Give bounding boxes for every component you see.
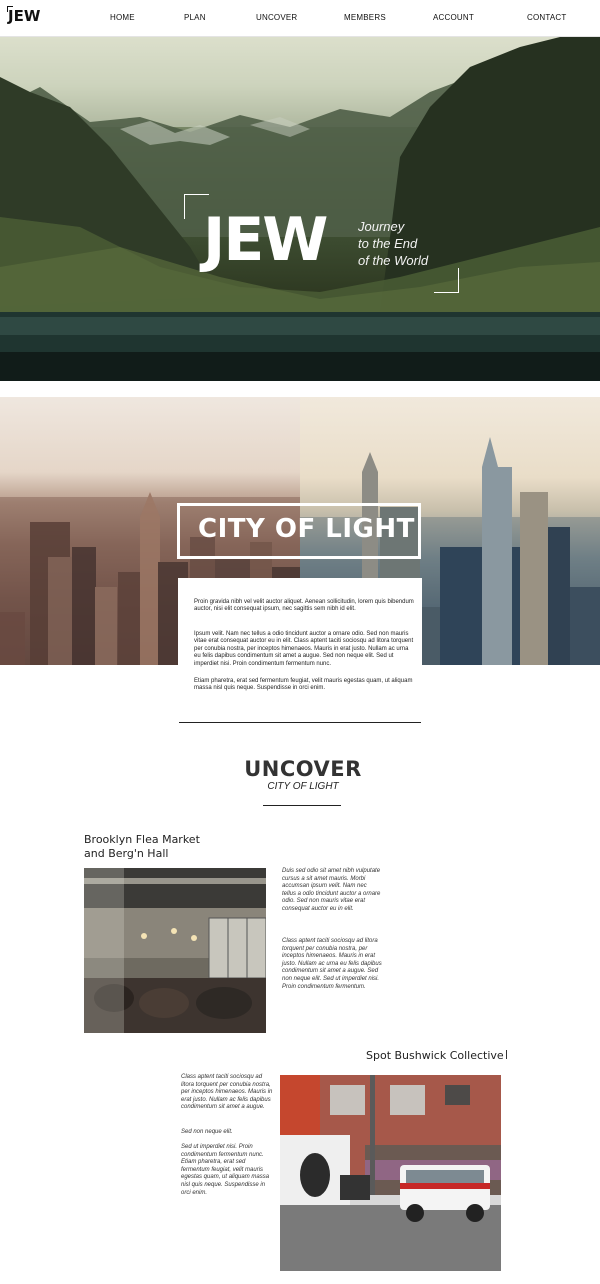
uncover-heading: UNCOVER [244,757,362,781]
nav-account[interactable]: ACCOUNT [433,13,474,22]
nav-contact[interactable]: CONTACT [527,13,566,22]
street-mural-image [280,1075,501,1271]
title-accent-mark [506,1050,507,1059]
uncover-divider [263,805,341,806]
brooklyn-market-photo[interactable] [84,868,266,1033]
place-paragraph: Class aptent taciti sociosqu ad litora t… [181,1074,273,1111]
city-intro-card: Proin gravida nibh vel velit auctor aliq… [178,578,422,706]
site-logo[interactable]: JEW [8,7,40,25]
nav-members[interactable]: MEMBERS [344,13,386,22]
hero-bracket-bottom-right [434,268,459,293]
uncover-subheading: CITY OF LIGHT [267,781,339,792]
place-paragraph: Class aptent taciti sociosqu ad litora t… [282,938,382,990]
place-title-line: Brooklyn Flea Market [84,833,200,846]
tagline-line-3: of the World [358,253,429,268]
city-paragraph-3: Etiam pharetra, erat sed fermentum feugi… [194,678,413,692]
place-title-line: Spot Bushwick Collective [366,1049,504,1062]
place-title-line: and Berg'n Hall [84,847,169,860]
tagline-line-1: Journey [358,219,405,234]
market-hall-image [84,868,266,1033]
nav-plan[interactable]: PLAN [184,13,206,22]
top-nav: JEW HOME PLAN UNCOVER MEMBERS ACCOUNT CO… [0,0,600,37]
city-paragraph-1: Proin gravida nibh vel velit auctor aliq… [194,599,414,613]
tagline-line-2: to the End [358,236,418,251]
city-paragraph-2: Ipsum velit. Nam nec tellus a odio tinci… [194,631,414,667]
hero-banner: JEW Journey to the End of the World [0,37,600,381]
section-divider [179,722,421,723]
place-paragraph: Duis sed odio sit amet nibh vulputate cu… [282,868,381,912]
place-title-brooklyn[interactable]: Brooklyn Flea Market and Berg'n Hall [84,833,200,861]
nav-uncover[interactable]: UNCOVER [256,13,297,22]
place-paragraph: Sed ut imperdiet nisi. Proin condimentum… [181,1144,270,1196]
place-title-bushwick[interactable]: Spot Bushwick Collective [366,1049,504,1063]
hero-logo: JEW [203,205,328,275]
place-paragraph: Sed non neque elit. [181,1129,233,1135]
hero-tagline: Journey to the End of the World [358,218,478,269]
bushwick-photo[interactable] [280,1075,501,1271]
city-title: CITY OF LIGHT [198,514,415,544]
nav-home[interactable]: HOME [110,13,135,22]
